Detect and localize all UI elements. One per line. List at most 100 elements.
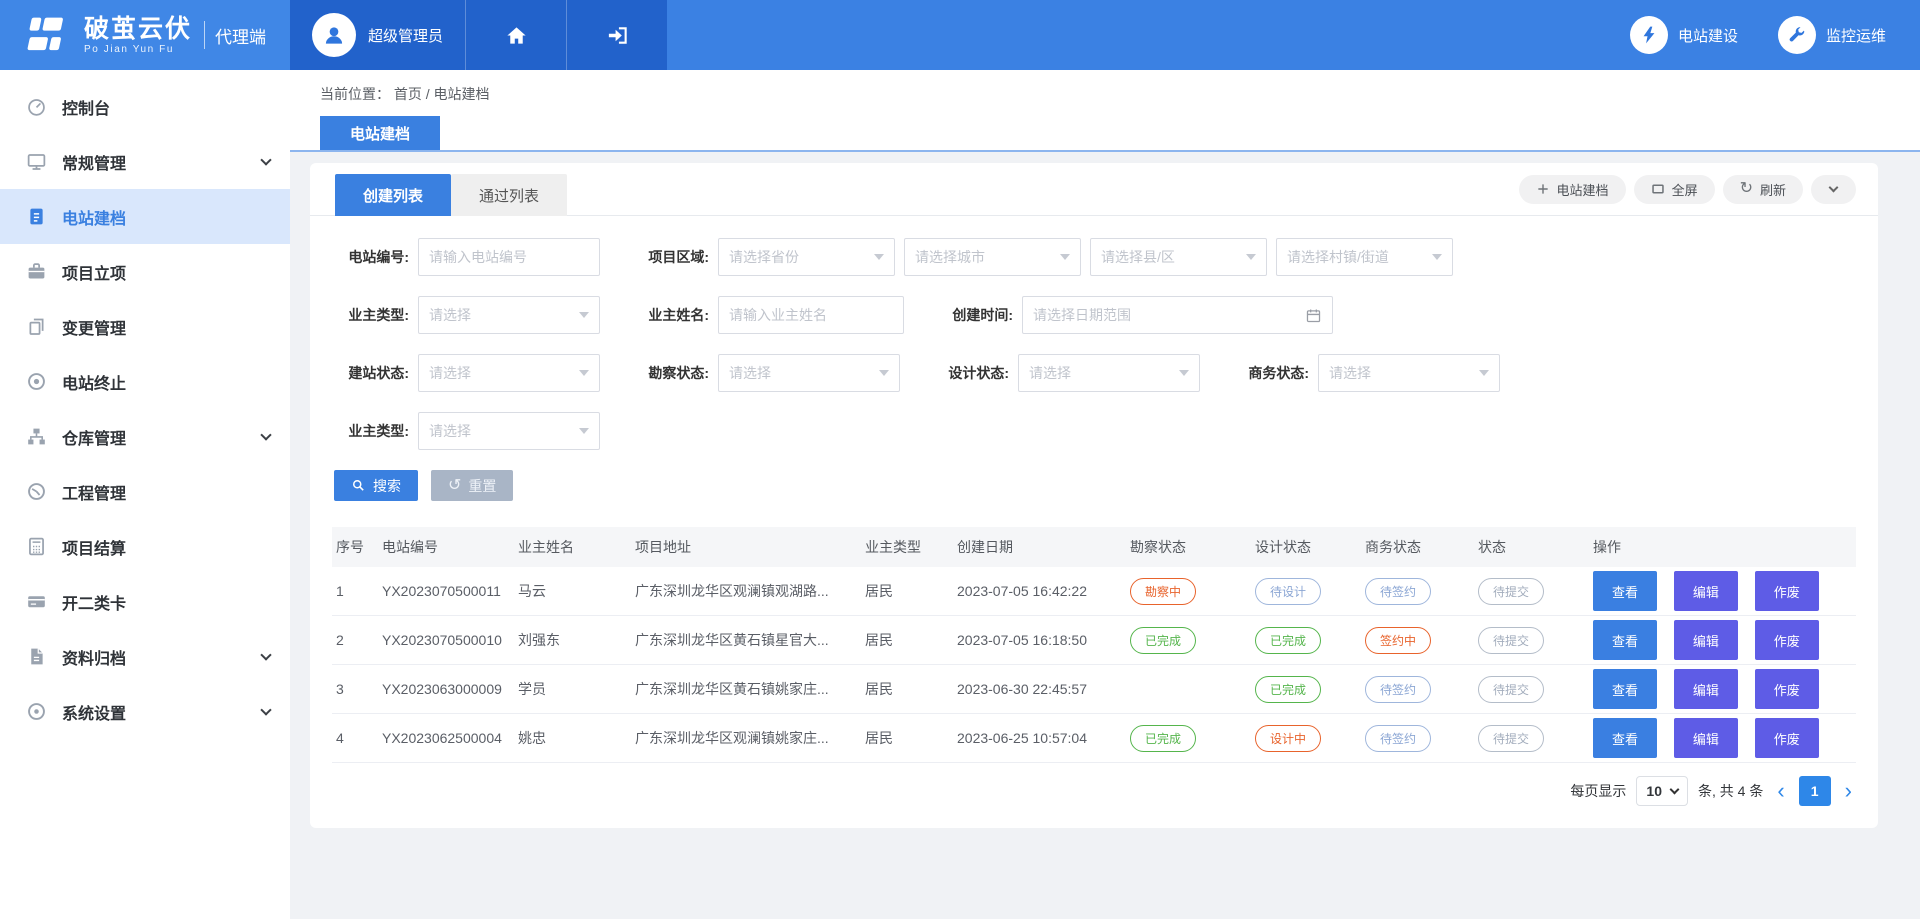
owner-type2-select[interactable]: 请选择 (418, 412, 600, 450)
col-code: 电站编号 (382, 537, 518, 557)
col-design: 设计状态 (1255, 537, 1365, 557)
sidebar-item[interactable]: 控制台 (0, 79, 290, 134)
province-select[interactable]: 请选择省份 (718, 238, 895, 276)
status-badge: 待提交 (1478, 578, 1544, 605)
date-range-picker[interactable]: 请选择日期范围 (1022, 296, 1333, 334)
sidebar-item-icon (26, 536, 47, 557)
quick-link[interactable]: 电站建设 (1630, 16, 1738, 54)
table-header: 序号 电站编号 业主姓名 项目地址 业主类型 创建日期 勘察状态 设计状态 商务… (332, 527, 1856, 567)
caret-down-icon (1246, 254, 1256, 260)
calendar-icon (1305, 307, 1322, 324)
per-page-select[interactable]: 10 (1636, 776, 1688, 806)
sidebar-item[interactable]: 资料归档 (0, 629, 290, 684)
city-select[interactable]: 请选择城市 (904, 238, 1081, 276)
sidebar-item[interactable]: 项目立项 (0, 244, 290, 299)
filter-form: 电站编号: 项目区域: 请选择省份 请选择城市 请选择县/区 请选择村镇/街道 … (310, 216, 1878, 450)
owner-type-select[interactable]: 请选择 (418, 296, 600, 334)
void-button[interactable]: 作废 (1755, 571, 1819, 611)
town-select[interactable]: 请选择村镇/街道 (1276, 238, 1453, 276)
home-button[interactable] (466, 0, 566, 70)
col-seq: 序号 (332, 537, 382, 557)
survey-status-badge: 已完成 (1130, 725, 1196, 752)
create-time-label: 创建时间: (904, 305, 1022, 325)
col-address: 项目地址 (635, 537, 865, 557)
add-station-button[interactable]: 电站建档 (1519, 175, 1626, 204)
reset-button[interactable]: ↺ 重置 (431, 470, 513, 501)
logout-button[interactable] (567, 0, 667, 70)
sidebar-item[interactable]: 系统设置 (0, 684, 290, 739)
sidebar-item-label: 系统设置 (62, 700, 126, 724)
sidebar-item[interactable]: 变更管理 (0, 299, 290, 354)
row-seq: 1 (332, 583, 382, 599)
view-button[interactable]: 查看 (1593, 620, 1657, 660)
fullscreen-button[interactable]: 全屏 (1634, 175, 1715, 204)
void-button[interactable]: 作废 (1755, 669, 1819, 709)
edit-button[interactable]: 编辑 (1674, 620, 1738, 660)
home-icon (505, 24, 528, 47)
business-status-select[interactable]: 请选择 (1318, 354, 1500, 392)
page-tab[interactable]: 电站建档 (320, 116, 440, 150)
tab-passed-list[interactable]: 通过列表 (451, 174, 567, 216)
edit-button[interactable]: 编辑 (1674, 718, 1738, 758)
district-select[interactable]: 请选择县/区 (1090, 238, 1267, 276)
refresh-button[interactable]: ↻ 刷新 (1723, 175, 1803, 204)
void-button[interactable]: 作废 (1755, 718, 1819, 758)
void-button[interactable]: 作废 (1755, 620, 1819, 660)
design-status-badge: 已完成 (1255, 676, 1321, 703)
view-button[interactable]: 查看 (1593, 718, 1657, 758)
sidebar-item[interactable]: 电站建档 (0, 189, 290, 244)
business-status-badge: 待签约 (1365, 725, 1431, 752)
sidebar-item[interactable]: 项目结算 (0, 519, 290, 574)
station-code-label: 电站编号: (334, 247, 418, 267)
station-code-input[interactable] (418, 238, 600, 276)
page-number-button[interactable]: 1 (1799, 776, 1831, 806)
sidebar-item-label: 电站终止 (62, 370, 126, 394)
edit-button[interactable]: 编辑 (1674, 669, 1738, 709)
row-code: YX2023070500011 (382, 583, 518, 599)
build-status-select[interactable]: 请选择 (418, 354, 600, 392)
row-address: 广东深圳龙华区观澜镇姚家庄... (635, 728, 865, 748)
row-address: 广东深圳龙华区观澜镇观湖路... (635, 581, 865, 601)
current-user[interactable]: 超级管理员 (290, 0, 465, 70)
view-button[interactable]: 查看 (1593, 571, 1657, 611)
sidebar-item[interactable]: 工程管理 (0, 464, 290, 519)
caret-down-icon (1479, 370, 1489, 376)
sidebar-item-icon (26, 261, 47, 282)
search-icon (351, 478, 366, 493)
search-button[interactable]: 搜索 (334, 470, 418, 501)
tab-create-list[interactable]: 创建列表 (335, 174, 451, 216)
row-owner: 学员 (518, 679, 635, 699)
quick-link[interactable]: 监控运维 (1778, 16, 1886, 54)
owner-name-input[interactable] (718, 296, 904, 334)
prev-page-button[interactable]: ‹ (1773, 780, 1788, 802)
breadcrumb-path: 首页 / 电站建档 (394, 86, 490, 102)
sidebar-item[interactable]: 常规管理 (0, 134, 290, 189)
caret-down-icon (1432, 254, 1442, 260)
logout-icon (606, 24, 629, 47)
table-row: 4 YX2023062500004 姚忠 广东深圳龙华区观澜镇姚家庄... 居民… (332, 714, 1856, 763)
sidebar: 控制台 常规管理 电站建档 项目立项 变 (0, 70, 290, 919)
survey-status-select[interactable]: 请选择 (718, 354, 900, 392)
col-ops: 操作 (1593, 537, 1856, 557)
collapse-button[interactable] (1811, 175, 1856, 204)
reset-icon: ↺ (448, 478, 461, 494)
col-survey: 勘察状态 (1130, 537, 1255, 557)
next-page-button[interactable]: › (1841, 780, 1856, 802)
sidebar-item[interactable]: 开二类卡 (0, 574, 290, 629)
design-status-select[interactable]: 请选择 (1018, 354, 1200, 392)
chevron-down-icon (260, 429, 271, 440)
sidebar-item-label: 控制台 (62, 95, 110, 119)
logo-icon (22, 13, 74, 57)
sidebar-item-label: 开二类卡 (62, 590, 126, 614)
view-button[interactable]: 查看 (1593, 669, 1657, 709)
row-type: 居民 (865, 630, 957, 650)
survey-status-badge: 勘察中 (1130, 578, 1196, 605)
sidebar-item-label: 变更管理 (62, 315, 126, 339)
edit-button[interactable]: 编辑 (1674, 571, 1738, 611)
sidebar-item[interactable]: 电站终止 (0, 354, 290, 409)
brand: 破茧云伏 Po Jian Yun Fu 代理端 (0, 0, 290, 70)
sidebar-item[interactable]: 仓库管理 (0, 409, 290, 464)
row-address: 广东深圳龙华区黄石镇星官大... (635, 630, 865, 650)
status-badge: 待提交 (1478, 725, 1544, 752)
refresh-icon: ↻ (1740, 181, 1753, 197)
